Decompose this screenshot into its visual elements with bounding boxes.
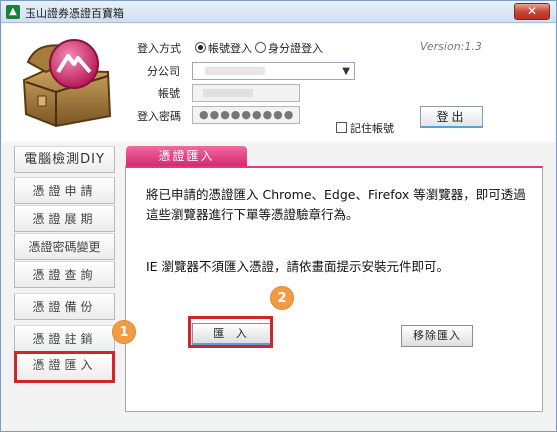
remember-account-label: 記住帳號 <box>350 122 394 135</box>
sidebar-item-change-password[interactable]: 憑證密碼變更 <box>14 233 115 260</box>
ie-note: IE 瀏覽器不須匯入憑證，請依畫面提示安裝元件即可。 <box>146 259 450 274</box>
treasure-chest-icon <box>22 39 112 128</box>
id-login-radio[interactable] <box>255 42 266 53</box>
sidebar-item-apply[interactable]: 憑證申請 <box>14 177 115 204</box>
remember-account-checkbox[interactable] <box>336 122 347 133</box>
sidebar-item-backup[interactable]: 憑證備份 <box>14 293 115 320</box>
branch-select[interactable]: ▼ <box>192 62 355 80</box>
sidebar-item-pc-check[interactable]: 電腦檢測DIY <box>14 146 115 173</box>
branch-label: 分公司 <box>147 65 180 78</box>
account-login-label: 帳號登入 <box>208 42 252 55</box>
account-login-radio[interactable] <box>195 42 206 53</box>
sidebar-item-query[interactable]: 憑證查詢 <box>14 261 115 288</box>
password-label: 登入密碼 <box>137 110 181 123</box>
import-panel: 將已申請的憑證匯入 Chrome、Edge、Firefox 等瀏覽器，即可透過這… <box>125 166 543 412</box>
app-icon: ▲ <box>6 5 20 19</box>
tab-import[interactable]: 憑證匯入 <box>126 146 247 166</box>
sidebar-item-renew[interactable]: 憑證展期 <box>14 205 115 232</box>
sidebar-item-revoke[interactable]: 憑證註銷 <box>14 325 115 352</box>
step-1-badge: 1 <box>112 320 136 344</box>
version-label: Version:1.3 <box>420 40 482 53</box>
logout-button[interactable]: 登出 <box>420 106 483 128</box>
branch-value-redacted <box>205 67 265 75</box>
sidebar-item-import[interactable]: 憑證匯入 <box>14 351 115 383</box>
close-button[interactable]: ✕ <box>514 3 550 20</box>
account-field[interactable] <box>192 84 300 102</box>
login-method-label: 登入方式 <box>137 42 181 55</box>
step-2-badge: 2 <box>270 286 294 310</box>
password-field[interactable]: ●●●●●●●●● <box>192 106 300 124</box>
app-window: ▲ 玉山證券憑證百寶箱 ✕ 登入方式 帳號登入 身分證登入 Version:1.… <box>0 0 557 432</box>
window-title: 玉山證券憑證百寶箱 <box>25 7 124 20</box>
chevron-down-icon: ▼ <box>342 66 350 77</box>
account-label: 帳號 <box>158 87 180 100</box>
import-description: 將已申請的憑證匯入 Chrome、Edge、Firefox 等瀏覽器，即可透過這… <box>146 187 526 222</box>
password-mask: ●●●●●●●●● <box>199 108 295 121</box>
login-header: 登入方式 帳號登入 身分證登入 Version:1.3 分公司 ▼ 帳號 登入密… <box>2 24 555 142</box>
id-login-label: 身分證登入 <box>268 42 323 55</box>
remove-import-button[interactable]: 移除匯入 <box>401 325 473 347</box>
title-bar: ▲ 玉山證券憑證百寶箱 ✕ <box>1 1 556 23</box>
account-value-redacted <box>203 89 253 97</box>
import-button-highlight <box>188 316 273 348</box>
